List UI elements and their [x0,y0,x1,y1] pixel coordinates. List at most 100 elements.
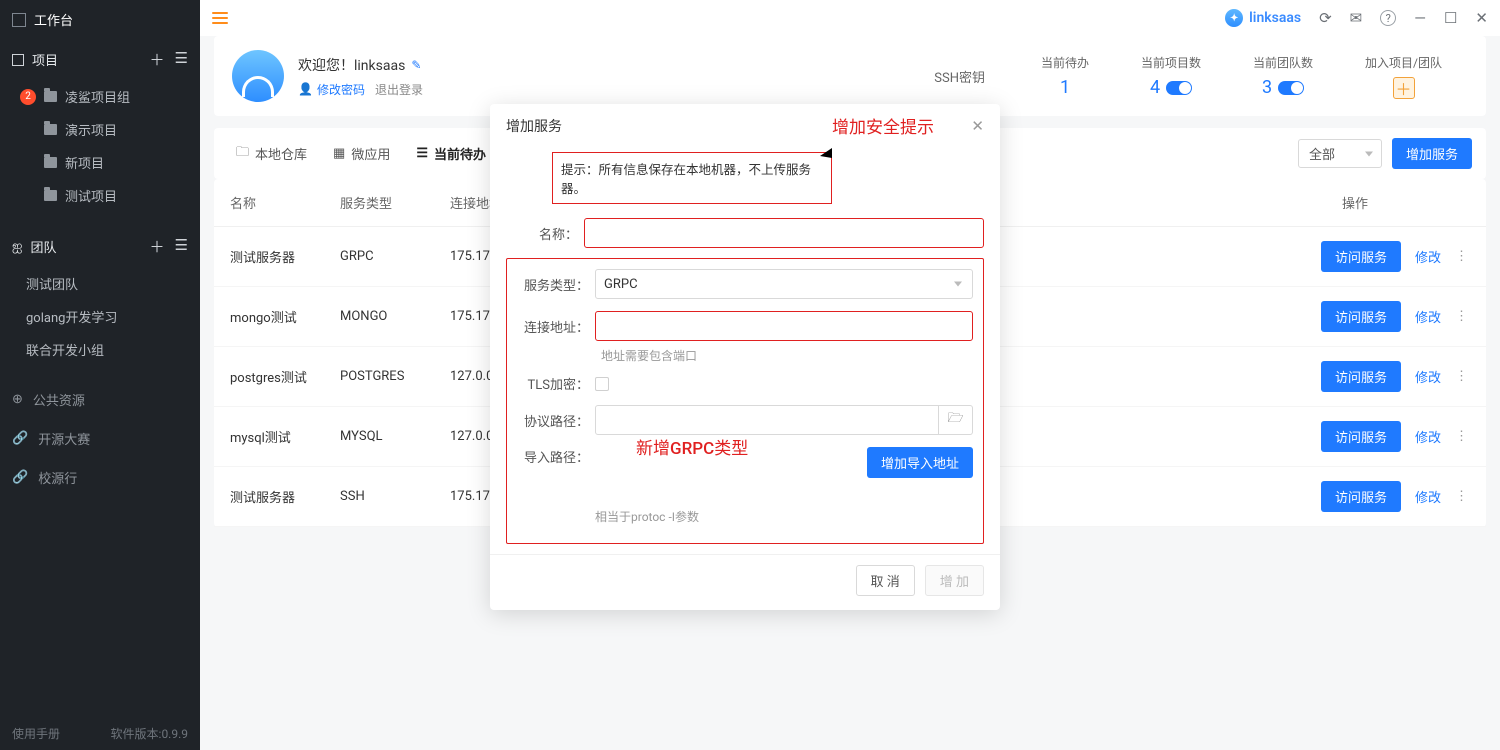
sidebar-project-2[interactable]: 测试项目 [0,179,200,212]
tab-todo[interactable]: ☰当前待办 [408,140,494,167]
add-import-button[interactable]: 增加导入地址 [867,447,973,478]
stat-todo: 当前待办 1 [1015,54,1115,98]
sidebar-public-resources[interactable]: ⊕公共资源 [0,380,200,419]
name-label: 名称 [506,224,584,243]
cell-type: SSH [340,489,450,504]
import-hint: 相当于protoc -I参数 [595,508,699,525]
ssh-key-link[interactable]: SSH密钥 [934,67,985,86]
add-service-button[interactable]: 增加服务 [1392,138,1472,169]
filter-select[interactable]: 全部 [1298,139,1382,168]
sidebar-project-1[interactable]: 新项目 [0,146,200,179]
mail-icon[interactable]: ✉ [1350,9,1363,27]
modify-button[interactable]: 修改 [1415,367,1441,386]
modify-button[interactable]: 修改 [1415,247,1441,266]
sidebar-project-group[interactable]: 2 凌鲨项目组 [0,80,200,113]
sidebar: 工作台 项目 ＋ ☰ 2 凌鲨项目组 演示项目 新项目 测试项目 ஐ团队 ＋ ☰… [0,0,200,750]
maximize-icon[interactable]: ☐ [1444,9,1457,27]
list-icon: ☰ [416,146,428,161]
modify-button[interactable]: 修改 [1415,427,1441,446]
grid-icon: ▦ [333,146,345,161]
folder-open-icon: 🗀 [236,143,249,165]
close-icon[interactable]: ✕ [971,117,984,135]
callout-security: 增加安全提示 [832,113,934,138]
tab-microapp[interactable]: ▦微应用 [325,140,398,167]
import-label: 导入路径 [517,447,595,466]
cell-name: 测试服务器 [230,247,340,266]
close-icon[interactable]: ✕ [1475,9,1488,27]
access-button[interactable]: 访问服务 [1321,241,1401,272]
toggle-projects[interactable] [1166,81,1192,95]
sidebar-school[interactable]: 🔗校源行 [0,458,200,497]
modify-button[interactable]: 修改 [1415,487,1441,506]
tls-checkbox[interactable] [595,377,609,391]
access-button[interactable]: 访问服务 [1321,421,1401,452]
proto-input[interactable] [595,405,939,435]
addr-label: 连接地址 [517,317,595,336]
refresh-icon[interactable]: ⟳ [1319,9,1332,27]
welcome-text: 欢迎您！linksaas [298,55,405,75]
more-icon[interactable]: ⋮ [1455,489,1470,504]
modal-title: 增加服务 [506,116,562,136]
more-icon[interactable]: ⋮ [1455,249,1470,264]
titlebar: ✦ linksaas ⟳ ✉ ? — ☐ ✕ [200,0,1500,36]
access-button[interactable]: 访问服务 [1321,301,1401,332]
access-button[interactable]: 访问服务 [1321,361,1401,392]
cancel-button[interactable]: 取 消 [856,565,915,596]
menu-icon[interactable] [212,12,228,24]
modify-button[interactable]: 修改 [1415,307,1441,326]
cell-name: mysql测试 [230,427,340,446]
workbench-label: 工作台 [34,10,73,29]
access-button[interactable]: 访问服务 [1321,481,1401,512]
cell-name: postgres测试 [230,367,340,386]
workbench-header[interactable]: 工作台 [0,0,200,39]
sidebar-team-1[interactable]: golang开发学习 [0,300,200,333]
ok-button[interactable]: 增 加 [925,565,984,596]
join-button[interactable]: ＋ [1393,77,1415,99]
tab-local-repo[interactable]: 🗀本地仓库 [228,139,315,169]
projects-group[interactable]: 项目 ＋ ☰ [0,39,200,80]
type-select[interactable]: GRPC [595,269,973,299]
browse-folder-icon[interactable]: 🗁 [939,405,973,435]
cell-name: 测试服务器 [230,487,340,506]
manual-link[interactable]: 使用手册 [12,725,60,742]
logout-link[interactable]: 退出登录 [375,81,423,98]
minimize-icon[interactable]: — [1414,9,1426,27]
cell-type: GRPC [340,249,450,264]
cell-type: POSTGRES [340,369,450,384]
link-icon: 🔗 [12,431,28,446]
list-icon[interactable]: ☰ [175,49,188,70]
sidebar-opensource[interactable]: 🔗开源大赛 [0,419,200,458]
security-tip: 提示：所有信息保存在本地机器，不上传服务器。 [552,152,832,204]
addr-input[interactable] [595,311,973,341]
stat-teams: 当前团队数 3 [1227,54,1339,98]
folder-icon [44,190,57,201]
cell-type: MYSQL [340,429,450,444]
name-input[interactable] [584,218,984,248]
add-team-icon[interactable]: ＋ [150,236,165,257]
change-password-link[interactable]: 👤修改密码 [298,81,365,98]
teams-group[interactable]: ஐ团队 ＋ ☰ [0,226,200,267]
cell-name: mongo测试 [230,307,340,326]
sidebar-project-0[interactable]: 演示项目 [0,113,200,146]
cell-type: MONGO [340,309,450,324]
help-icon[interactable]: ? [1380,10,1396,26]
project-icon [12,54,24,66]
sidebar-footer: 使用手册 软件版本:0.9.9 [0,717,200,750]
more-icon[interactable]: ⋮ [1455,309,1470,324]
more-icon[interactable]: ⋮ [1455,369,1470,384]
folder-icon [44,91,57,102]
folder-icon [44,157,57,168]
callout-grpc: 新增GRPC类型 [636,434,748,459]
badge-count: 2 [20,89,36,105]
add-service-modal: 增加服务 ✕ 提示：所有信息保存在本地机器，不上传服务器。 名称 服务类型 GR… [490,104,1000,610]
list-icon[interactable]: ☰ [175,236,188,257]
version-label: 软件版本:0.9.9 [111,725,188,742]
more-icon[interactable]: ⋮ [1455,429,1470,444]
avatar [232,50,284,102]
toggle-teams[interactable] [1278,81,1304,95]
sidebar-team-0[interactable]: 测试团队 [0,267,200,300]
edit-icon[interactable]: ✎ [411,58,421,72]
sidebar-team-2[interactable]: 联合开发小组 [0,333,200,366]
addr-hint: 地址需要包含端口 [601,347,973,364]
add-project-icon[interactable]: ＋ [150,49,165,70]
